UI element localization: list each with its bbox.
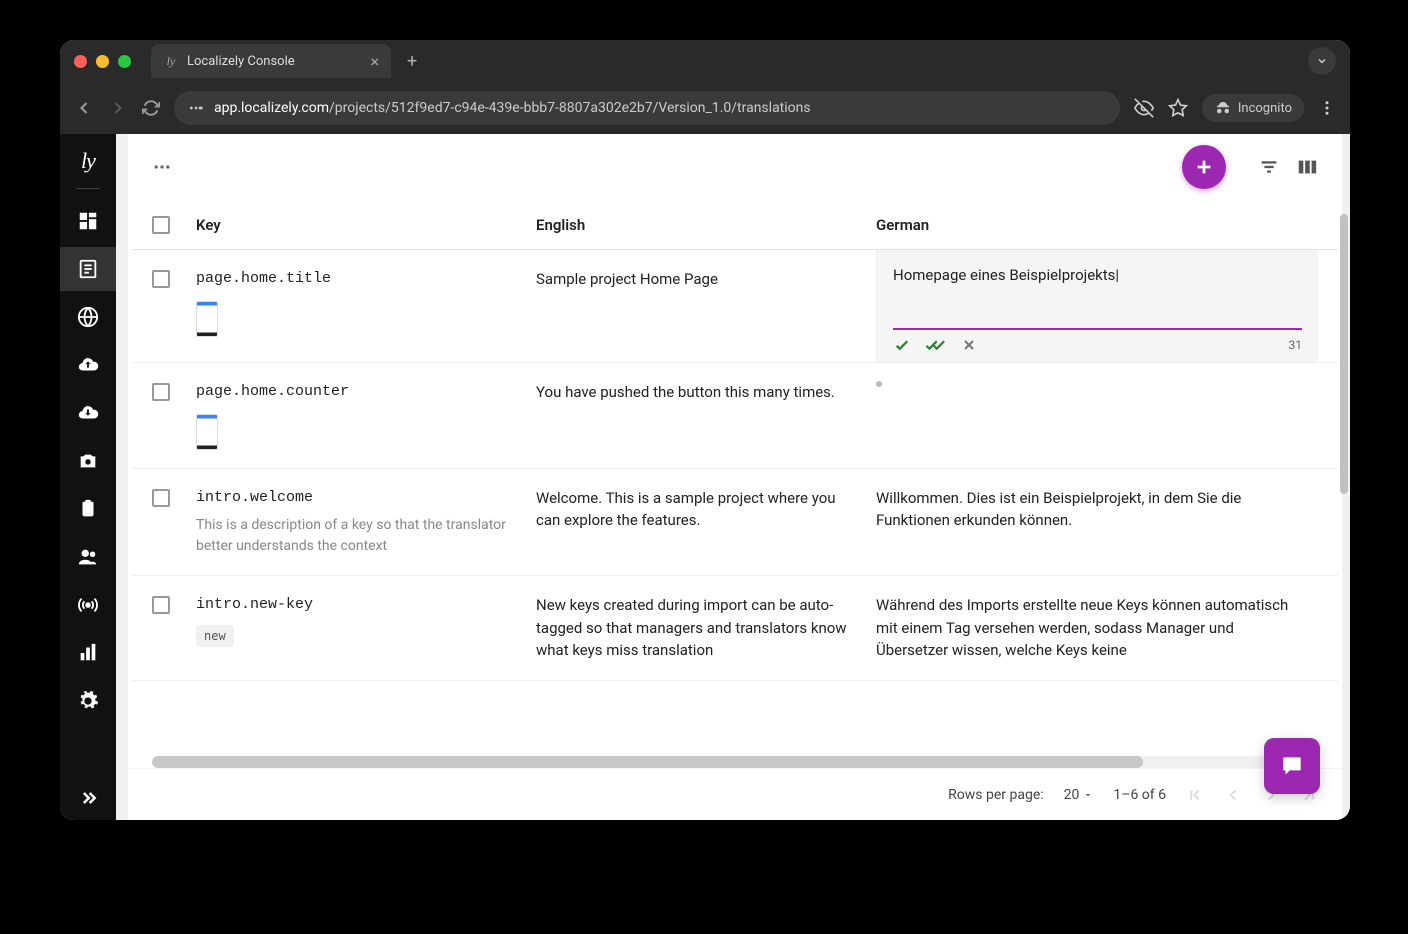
save-button[interactable] bbox=[893, 336, 911, 354]
maximize-window-button[interactable] bbox=[118, 55, 131, 68]
sidebar-item-upload[interactable] bbox=[60, 343, 116, 387]
key-name[interactable]: intro.new-key bbox=[196, 594, 536, 617]
browser-chrome: ly Localizely Console × + app.localizely… bbox=[60, 40, 1350, 134]
translation-en[interactable]: You have pushed the button this many tim… bbox=[536, 381, 876, 450]
row-checkbox[interactable] bbox=[152, 596, 170, 614]
incognito-label: Incognito bbox=[1238, 101, 1292, 116]
column-header-german[interactable]: German bbox=[876, 216, 1318, 234]
prev-page-button[interactable] bbox=[1224, 786, 1242, 804]
address-bar: app.localizely.com/projects/512f9ed7-c94… bbox=[60, 82, 1350, 134]
incognito-badge[interactable]: Incognito bbox=[1202, 94, 1304, 122]
forward-button[interactable] bbox=[108, 98, 128, 118]
sidebar-expand-button[interactable] bbox=[60, 776, 116, 820]
main-content: Key English German page.home.title Sampl bbox=[116, 134, 1350, 820]
site-info-icon[interactable] bbox=[188, 100, 204, 116]
url-text: app.localizely.com/projects/512f9ed7-c94… bbox=[214, 100, 811, 116]
row-checkbox[interactable] bbox=[152, 270, 170, 288]
more-actions-button[interactable] bbox=[152, 157, 172, 177]
translation-en[interactable]: Welcome. This is a sample project where … bbox=[536, 487, 876, 558]
table-row: page.home.title Sample project Home Page… bbox=[132, 250, 1338, 363]
first-page-button[interactable] bbox=[1186, 786, 1204, 804]
key-description: This is a description of a key so that t… bbox=[196, 515, 536, 557]
vertical-scrollbar[interactable] bbox=[1340, 134, 1348, 816]
horizontal-scrollbar[interactable] bbox=[152, 756, 1318, 768]
logo[interactable]: ly bbox=[81, 148, 95, 174]
sidebar-divider bbox=[76, 188, 100, 189]
key-name[interactable]: page.home.title bbox=[196, 268, 536, 291]
row-checkbox[interactable] bbox=[152, 383, 170, 401]
table-row: page.home.counter You have pushed the bu… bbox=[132, 363, 1338, 469]
eye-off-icon[interactable] bbox=[1134, 98, 1154, 118]
translation-de-input[interactable]: Homepage eines Beispielprojekts bbox=[893, 264, 1302, 324]
sidebar: ly bbox=[60, 134, 116, 820]
cancel-button[interactable] bbox=[961, 337, 977, 353]
sidebar-item-statistics[interactable] bbox=[60, 631, 116, 675]
close-window-button[interactable] bbox=[74, 55, 87, 68]
toolbar bbox=[128, 134, 1342, 200]
translation-en[interactable]: Sample project Home Page bbox=[536, 268, 876, 344]
window-controls bbox=[74, 55, 131, 68]
chat-support-button[interactable] bbox=[1264, 738, 1320, 794]
dropdown-icon bbox=[1083, 790, 1093, 800]
screenshot-thumbnail[interactable] bbox=[196, 414, 218, 450]
pagination: Rows per page: 20 1–6 of 6 bbox=[128, 768, 1342, 820]
translation-editor[interactable]: Homepage eines Beispielprojekts 31 bbox=[876, 250, 1318, 362]
app-layout: ly bbox=[60, 134, 1350, 820]
empty-indicator-icon bbox=[876, 381, 882, 387]
column-header-key[interactable]: Key bbox=[196, 216, 536, 234]
url-input[interactable]: app.localizely.com/projects/512f9ed7-c94… bbox=[174, 91, 1120, 125]
sidebar-item-dashboard[interactable] bbox=[60, 199, 116, 243]
sidebar-item-screenshots[interactable] bbox=[60, 439, 116, 483]
char-count: 31 bbox=[1289, 336, 1303, 354]
translation-en[interactable]: New keys created during import can be au… bbox=[536, 594, 876, 662]
sidebar-item-translations[interactable] bbox=[60, 247, 116, 291]
bookmark-star-icon[interactable] bbox=[1168, 98, 1188, 118]
filter-button[interactable] bbox=[1258, 156, 1280, 178]
browser-tab[interactable]: ly Localizely Console × bbox=[151, 44, 391, 78]
add-key-button[interactable] bbox=[1182, 145, 1226, 189]
table-row: intro.welcome This is a description of a… bbox=[132, 469, 1338, 577]
browser-window: ly Localizely Console × + app.localizely… bbox=[60, 40, 1350, 820]
tab-title: Localizely Console bbox=[187, 54, 295, 69]
tab-close-icon[interactable]: × bbox=[370, 52, 379, 71]
key-name[interactable]: intro.welcome bbox=[196, 487, 536, 510]
minimize-window-button[interactable] bbox=[96, 55, 109, 68]
rows-per-page-label: Rows per page: bbox=[948, 787, 1043, 803]
tab-overflow-button[interactable] bbox=[1308, 47, 1336, 75]
rows-per-page-select[interactable]: 20 bbox=[1064, 787, 1094, 803]
translation-de[interactable]: Willkommen. Dies ist ein Beispielprojekt… bbox=[876, 487, 1318, 558]
columns-button[interactable] bbox=[1296, 156, 1318, 178]
save-approve-button[interactable] bbox=[925, 336, 947, 354]
sidebar-item-tasks[interactable] bbox=[60, 487, 116, 531]
tab-bar: ly Localizely Console × + bbox=[60, 40, 1350, 82]
sidebar-item-download[interactable] bbox=[60, 391, 116, 435]
column-header-english[interactable]: English bbox=[536, 216, 876, 234]
row-checkbox[interactable] bbox=[152, 489, 170, 507]
sidebar-item-settings[interactable] bbox=[60, 679, 116, 723]
pagination-range: 1–6 of 6 bbox=[1113, 787, 1166, 803]
key-tag[interactable]: new bbox=[196, 625, 234, 647]
translation-de[interactable]: Während des Imports erstellte neue Keys … bbox=[876, 594, 1318, 662]
new-tab-button[interactable]: + bbox=[401, 51, 423, 72]
address-bar-actions: Incognito bbox=[1134, 94, 1336, 122]
sidebar-item-contributors[interactable] bbox=[60, 535, 116, 579]
table-row: intro.new-key new New keys created durin… bbox=[132, 576, 1338, 681]
table-header: Key English German bbox=[132, 200, 1338, 250]
translations-table: Key English German page.home.title Sampl bbox=[128, 200, 1342, 768]
back-button[interactable] bbox=[74, 98, 94, 118]
screenshot-thumbnail[interactable] bbox=[196, 301, 218, 337]
sidebar-item-ota[interactable] bbox=[60, 583, 116, 627]
reload-button[interactable] bbox=[142, 99, 160, 117]
select-all-checkbox[interactable] bbox=[152, 216, 170, 234]
incognito-icon bbox=[1214, 99, 1232, 117]
browser-menu-icon[interactable] bbox=[1318, 99, 1336, 117]
translation-de[interactable] bbox=[876, 381, 1318, 450]
key-name[interactable]: page.home.counter bbox=[196, 381, 536, 404]
tab-favicon-icon: ly bbox=[163, 53, 179, 69]
sidebar-item-languages[interactable] bbox=[60, 295, 116, 339]
